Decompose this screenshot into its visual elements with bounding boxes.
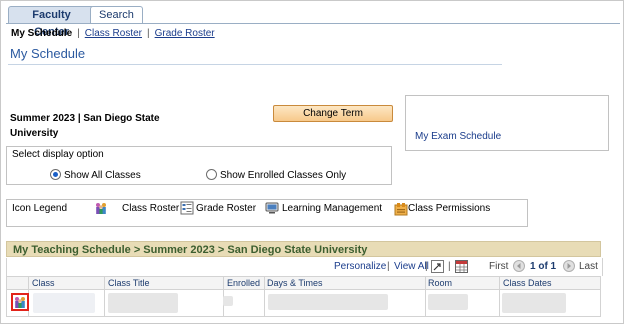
icon-legend-title: Icon Legend <box>12 203 68 214</box>
column-header-days-times[interactable]: Days & Times <box>267 278 323 288</box>
personalize-link[interactable]: Personalize <box>334 261 386 272</box>
view-all-link[interactable]: View All <box>394 261 429 272</box>
page-info: 1 of 1 <box>530 261 557 272</box>
redacted-class-dates-cell <box>502 293 566 313</box>
tab-search[interactable]: Search <box>90 6 143 24</box>
class-permissions-icon <box>394 203 408 216</box>
teaching-schedule-header: My Teaching Schedule > Summer 2023 > San… <box>6 241 601 257</box>
first-label: First <box>489 261 509 272</box>
show-enrolled-only-radio[interactable] <box>206 169 217 180</box>
nav-separator: | <box>425 261 428 272</box>
last-label: Last <box>579 261 598 272</box>
term-line-1: Summer 2023 | San Diego State <box>10 113 160 124</box>
next-page-icon[interactable] <box>563 260 575 272</box>
legend-class-roster-label: Class Roster <box>122 203 180 214</box>
title-underline <box>8 64 502 65</box>
term-label: Summer 2023 | San Diego State University <box>10 111 160 141</box>
exam-schedule-box <box>405 95 609 151</box>
column-header-class-title[interactable]: Class Title <box>108 278 150 288</box>
column-header-room[interactable]: Room <box>428 278 452 288</box>
subnav-my-schedule[interactable]: My Schedule <box>11 28 72 39</box>
redacted-class-title-cell <box>108 293 178 313</box>
column-header-class[interactable]: Class <box>32 278 55 288</box>
legend-grade-roster-label: Grade Roster <box>196 203 257 214</box>
change-term-button[interactable]: Change Term <box>273 105 393 122</box>
grid-navigation-bar: Personalize | View All | | First 1 of 1 … <box>6 258 603 276</box>
class-roster-icon <box>96 203 106 214</box>
legend-learning-management-label: Learning Management <box>282 203 383 214</box>
subnav-separator: | <box>77 28 80 39</box>
show-all-classes-label[interactable]: Show All Classes <box>64 170 141 181</box>
sub-navigation: My Schedule | Class Roster | Grade Roster <box>11 28 215 39</box>
redacted-enrolled-cell <box>223 296 233 306</box>
show-all-classes-radio[interactable] <box>50 169 61 180</box>
nav-separator: | <box>448 261 451 272</box>
redacted-class-cell[interactable] <box>33 293 95 313</box>
term-line-2: University <box>10 128 59 139</box>
page-title: My Schedule <box>10 46 86 61</box>
grid-column-headers: Class Class Title Enrolled Days & Times … <box>6 276 601 290</box>
row-class-roster-icon[interactable] <box>13 295 27 309</box>
column-header-class-dates[interactable]: Class Dates <box>503 278 552 288</box>
subnav-class-roster[interactable]: Class Roster <box>85 28 142 39</box>
previous-page-icon[interactable] <box>513 260 525 272</box>
subnav-separator: | <box>147 28 150 39</box>
zoom-icon[interactable] <box>431 260 444 273</box>
redacted-room-cell <box>428 294 468 310</box>
show-enrolled-only-label[interactable]: Show Enrolled Classes Only <box>220 170 346 181</box>
tab-divider <box>6 23 620 24</box>
download-spreadsheet-icon[interactable] <box>455 260 468 273</box>
column-header-enrolled[interactable]: Enrolled <box>227 278 260 288</box>
redacted-days-times-cell <box>268 294 388 310</box>
my-exam-schedule-link[interactable]: My Exam Schedule <box>415 131 501 142</box>
display-option-label: Select display option <box>12 149 104 160</box>
learning-management-icon <box>265 202 279 214</box>
legend-class-permissions-label: Class Permissions <box>408 203 491 214</box>
subnav-grade-roster[interactable]: Grade Roster <box>155 28 215 39</box>
nav-separator: | <box>387 261 390 272</box>
grade-roster-icon <box>180 201 194 215</box>
tab-faculty-center[interactable]: Faculty Center <box>8 6 95 38</box>
